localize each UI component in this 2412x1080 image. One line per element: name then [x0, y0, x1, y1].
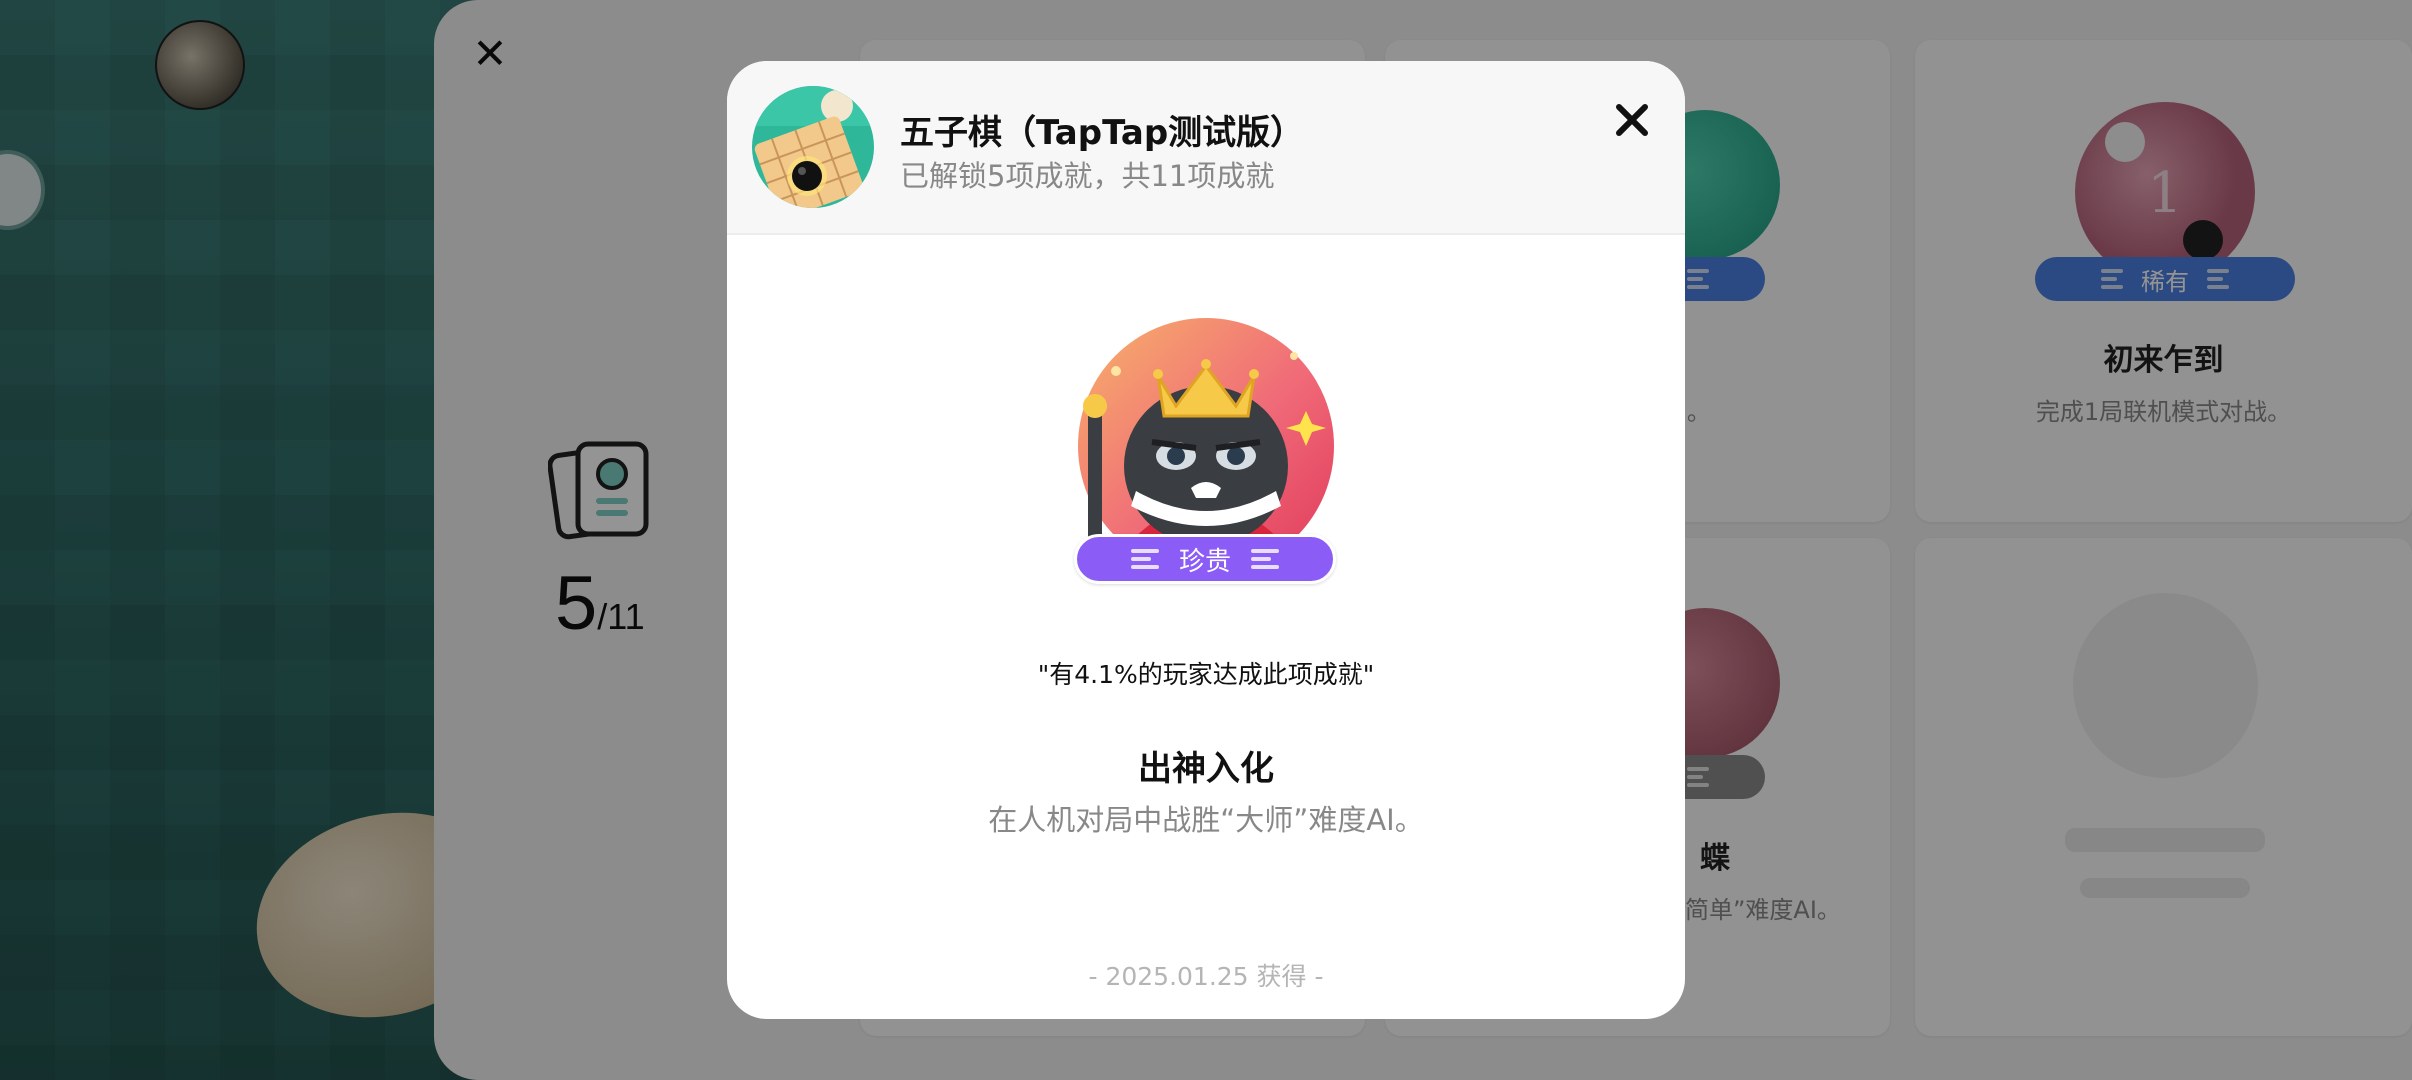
achievement-description: 在人机对局中战胜“大师”难度AI。: [988, 803, 1424, 837]
close-icon[interactable]: [1607, 95, 1657, 145]
rarity-label: 珍贵: [1178, 546, 1231, 577]
rarity-bars-icon: [1251, 549, 1279, 569]
achievement-progress-text: 已解锁5项成就，共11项成就: [900, 159, 1275, 193]
achievement-percentage: "有4.1%的玩家达成此项成就": [1037, 660, 1375, 689]
game-title: 五子棋（TapTap测试版）: [900, 113, 1305, 153]
achievement-name: 出神入化: [1138, 749, 1274, 789]
achievement-detail-modal: 五子棋（TapTap测试版） 已解锁5项成就，共11项成就 珍贵 "有4.1%的…: [727, 61, 1685, 1019]
rarity-bars-icon: [1130, 549, 1159, 569]
obtained-date: - 2025.01.25 获得 -: [1088, 962, 1324, 991]
rarity-pill: 珍贵: [1074, 534, 1336, 584]
modal-header: 五子棋（TapTap测试版） 已解锁5项成就，共11项成就: [727, 61, 1685, 235]
gomoku-game-icon: [752, 86, 874, 208]
